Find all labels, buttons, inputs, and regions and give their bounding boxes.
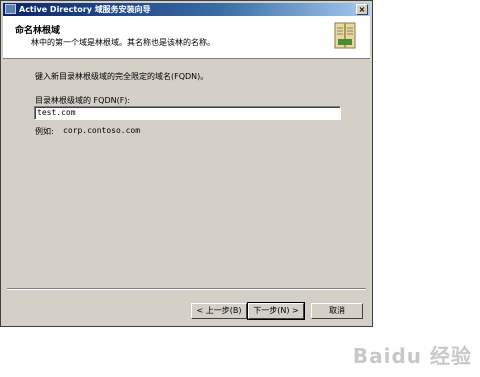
book-icon [334,22,356,49]
fqdn-label: 目录林根级域的 FQDN(F): [35,96,131,105]
cancel-button[interactable]: 取消 [311,303,363,319]
watermark: Baidu 经验 [352,344,472,368]
close-button[interactable]: × [356,4,368,15]
fqdn-input[interactable]: test.com [34,106,341,120]
ad-app-icon [5,4,16,14]
back-button[interactable]: < 上一步(B) [191,303,247,319]
window-title: Active Directory 域服务安装向导 [19,5,151,14]
header-title: 命名林根域 [15,26,61,36]
wizard-header: 命名林根域 林中的第一个域是林根域。其名称也是该林的名称。 [3,16,370,59]
next-button[interactable]: 下一步(N) > [247,302,305,320]
instruction-text: 键入新目录林根级域的完全限定的域名(FQDN)。 [35,72,209,81]
example-value: corp.contoso.com [63,126,141,135]
button-divider [7,288,366,290]
example-label: 例如: [35,127,54,136]
wizard-dialog: Active Directory 域服务安装向导 × 命名林根域 林中的第一个域… [0,0,373,327]
header-subtitle: 林中的第一个域是林根域。其名称也是该林的名称。 [31,38,215,47]
title-bar[interactable]: Active Directory 域服务安装向导 × [3,3,370,16]
